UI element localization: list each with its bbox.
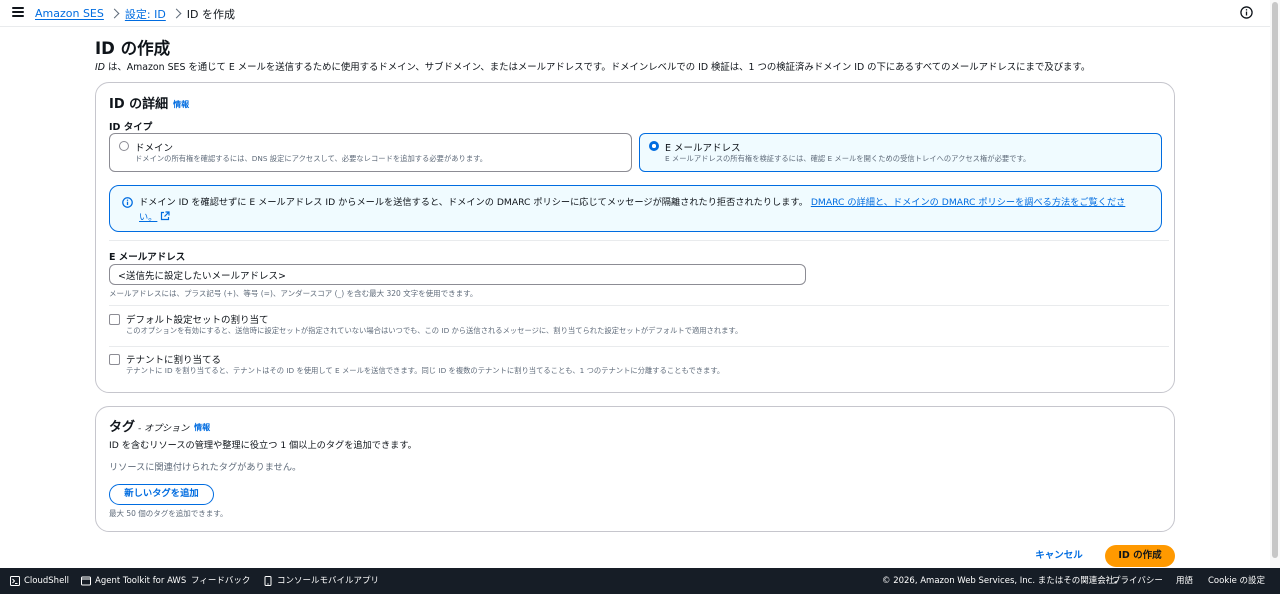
cookie-preferences-link[interactable]: Cookie の設定 — [1208, 568, 1265, 594]
feedback-link[interactable]: フィードバック — [191, 568, 250, 594]
chevron-right-icon — [171, 8, 182, 19]
tags-container: タグ - オプション 情報 ID を含むリソースの管理や整理に役立つ 1 個以上のタ… — [95, 406, 1175, 532]
breadcrumb: Amazon SES 設定: ID ID を作成 — [35, 0, 235, 27]
chevron-right-icon — [109, 8, 120, 19]
dmarc-info-alert: ドメイン ID を確認せずに E メールアドレス ID からメールを送信すると、… — [109, 185, 1162, 232]
console-footer: CloudShell Agent Toolkit for AWS フィードバック… — [0, 568, 1280, 594]
tags-title: タグ — [109, 420, 136, 435]
menu-icon[interactable] — [12, 7, 24, 17]
breadcrumb-current: ID を作成 — [186, 7, 236, 21]
default-config-set-description: このオプションを有効にすると、送信時に設定セットが指定されていない場合はいつでも… — [126, 326, 743, 335]
terms-link[interactable]: 用語 — [1176, 568, 1193, 594]
breadcrumb-amazon-ses[interactable]: Amazon SES — [35, 7, 104, 20]
cloudshell-label: CloudShell — [24, 576, 70, 586]
tags-heading: タグ - オプション 情報 — [109, 416, 210, 435]
email-radio[interactable] — [649, 141, 659, 151]
tags-description: ID を含むリソースの管理や整理に役立つ 1 個以上のタグを追加できます。 — [109, 440, 417, 451]
assign-tenant-checkbox[interactable] — [109, 354, 120, 365]
window-icon — [81, 576, 91, 586]
info-link[interactable]: 情報 — [194, 423, 210, 432]
assign-tenant-label[interactable]: テナントに割り当てる — [126, 352, 221, 366]
info-icon[interactable] — [1240, 6, 1253, 19]
identity-type-label: ID タイプ — [109, 122, 153, 133]
domain-option-title: ドメイン — [135, 143, 174, 154]
email-constraint-text: メールアドレスには、プラス記号 (+)、等号 (=)、アンダースコア (_) を… — [109, 289, 478, 298]
page-title: ID の作成 — [95, 39, 171, 58]
domain-radio[interactable] — [119, 141, 129, 151]
tags-optional-label: - オプション — [138, 424, 190, 434]
section-divider — [109, 346, 1169, 347]
cloudshell-link[interactable]: CloudShell — [10, 568, 69, 594]
email-address-label: E メールアドレス — [109, 252, 186, 263]
identity-details-title: ID の詳細 — [109, 97, 169, 112]
scrollbar-thumb[interactable] — [1272, 2, 1278, 558]
section-divider — [109, 240, 1169, 241]
info-link[interactable]: 情報 — [173, 100, 189, 109]
email-address-input[interactable] — [109, 264, 806, 285]
page-description: ID は、Amazon SES を通じて E メールを送信するために使用するドメ… — [95, 59, 1090, 73]
add-new-tag-button[interactable]: 新しいタグを追加 — [109, 484, 214, 505]
top-navigation-bar: Amazon SES 設定: ID ID を作成 — [0, 0, 1270, 27]
agent-toolkit-label: Agent Toolkit for AWS — [95, 576, 187, 586]
mobile-app-label: コンソールモバイルアプリ — [277, 576, 380, 586]
description-text: は、Amazon SES を通じて E メールを送信するために使用するドメイン、… — [104, 62, 1091, 73]
description-identity-term: ID — [95, 62, 105, 73]
identity-details-heading: ID の詳細 情報 — [109, 93, 189, 112]
alert-message: ドメイン ID を確認せずに E メールアドレス ID からメールを送信すると、… — [139, 195, 1139, 225]
terminal-icon — [10, 576, 20, 586]
default-config-set-checkbox[interactable] — [109, 314, 120, 325]
email-option-title: E メールアドレス — [665, 143, 741, 154]
identity-type-domain-tile[interactable]: ドメイン ドメインの所有権を確認するには、DNS 設定にアクセスして、必要なレコ… — [109, 133, 632, 172]
cancel-button[interactable]: キャンセル — [1027, 545, 1091, 567]
default-config-set-label[interactable]: デフォルト設定セットの割り当て — [126, 312, 269, 326]
breadcrumb-identities[interactable]: 設定: ID — [125, 6, 166, 22]
alert-text: ドメイン ID を確認せずに E メールアドレス ID からメールを送信すると、… — [139, 197, 808, 208]
email-option-description: E メールアドレスの所有権を検証するには、確認 E メールを開くための受信トレイ… — [665, 154, 1031, 163]
create-identity-button[interactable]: ID の作成 — [1105, 545, 1175, 567]
tags-limit-text: 最大 50 個のタグを追加できます。 — [109, 509, 228, 518]
domain-option-description: ドメインの所有権を確認するには、DNS 設定にアクセスして、必要なレコードを追加… — [135, 154, 488, 163]
privacy-link[interactable]: プライバシー — [1112, 568, 1163, 594]
info-icon — [122, 197, 133, 208]
feedback-label: フィードバック — [191, 576, 251, 586]
mobile-app-link[interactable]: コンソールモバイルアプリ — [263, 568, 379, 594]
copyright-text: © 2026, Amazon Web Services, Inc. またはその関… — [882, 576, 1123, 586]
assign-tenant-description: テナントに ID を割り当てると、テナントはその ID を使用して E メールを… — [126, 366, 725, 375]
mobile-icon — [264, 576, 272, 586]
identity-type-email-tile[interactable]: E メールアドレス E メールアドレスの所有権を検証するには、確認 E メールを… — [639, 133, 1162, 172]
tags-empty-message: リソースに関連付けられたタグがありません。 — [109, 462, 302, 473]
external-link-icon[interactable] — [160, 211, 170, 221]
agent-toolkit-link[interactable]: Agent Toolkit for AWS — [81, 568, 186, 594]
identity-details-container: ID の詳細 情報 ID タイプ ドメイン ドメインの所有権を確認するには、DNS… — [95, 82, 1175, 393]
section-divider — [109, 305, 1169, 306]
vertical-scrollbar[interactable] — [1270, 0, 1280, 568]
